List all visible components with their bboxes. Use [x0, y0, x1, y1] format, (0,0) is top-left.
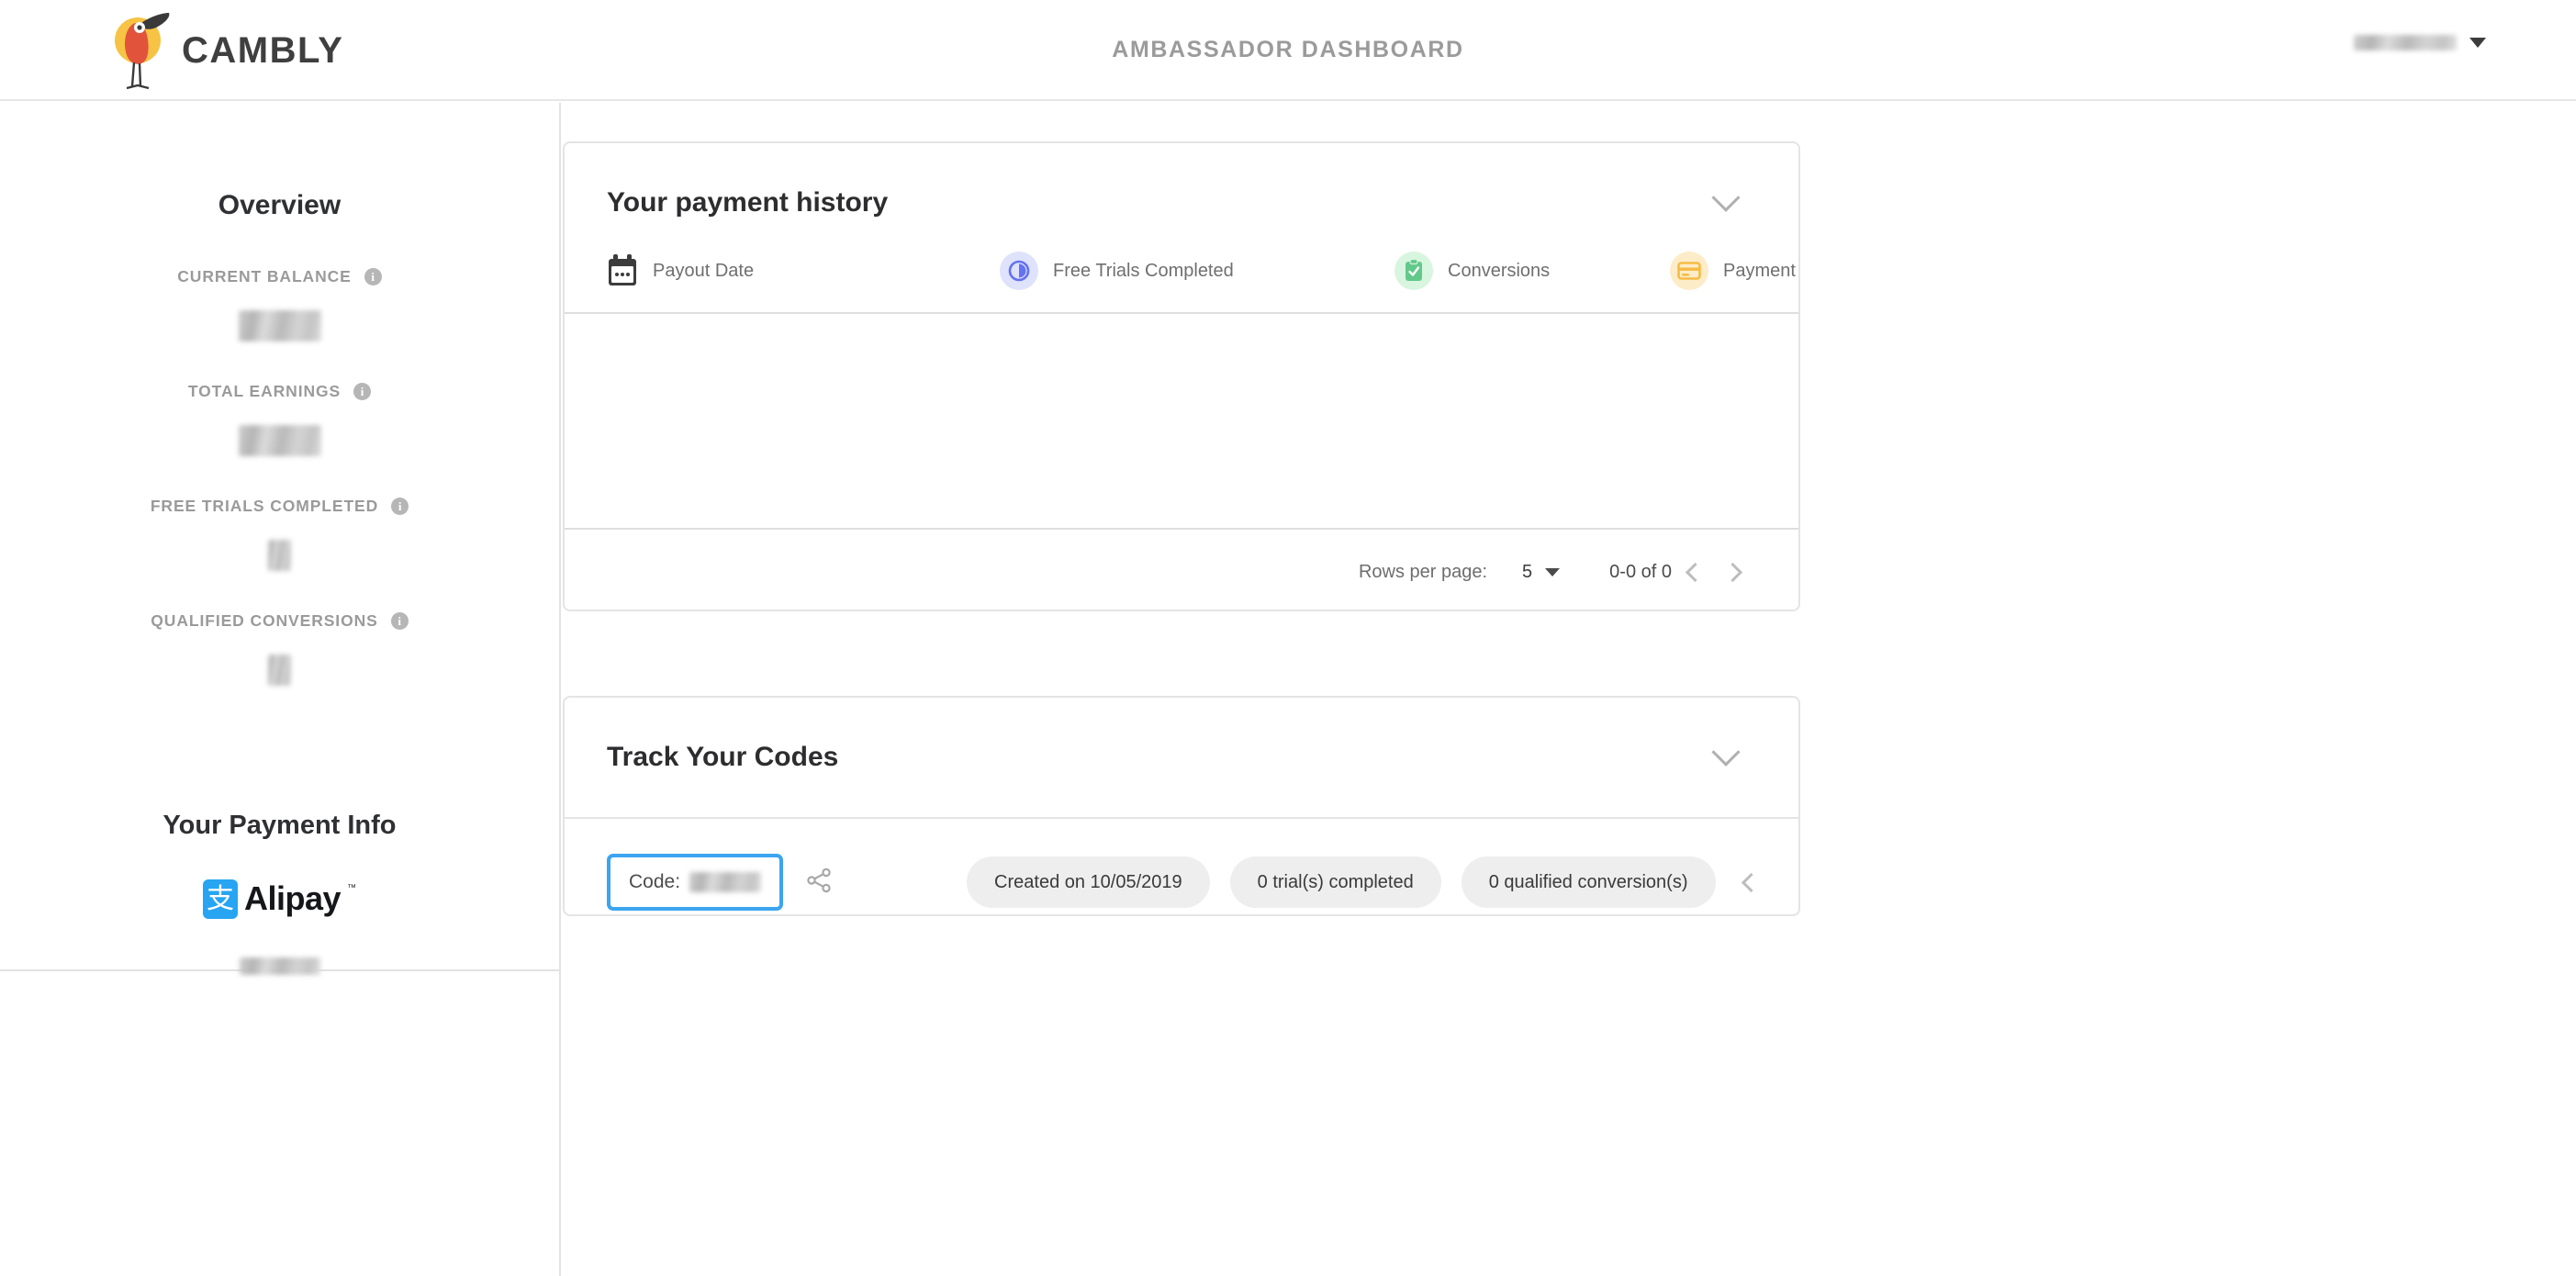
- stat-value-redacted: [268, 540, 291, 571]
- user-menu[interactable]: [2354, 35, 2486, 50]
- pagination-range-label: 0-0 of 0: [1609, 562, 1672, 583]
- main-content: Your payment history Payout Date: [563, 103, 2576, 1276]
- payment-history-card: Your payment history Payout Date: [563, 141, 1800, 611]
- column-label: Conversions: [1448, 261, 1550, 282]
- share-icon[interactable]: [805, 867, 833, 899]
- alipay-trademark: ™: [347, 883, 356, 893]
- alipay-account-redacted: [240, 957, 320, 975]
- sidebar-overview-title: Overview: [0, 103, 559, 221]
- clock-icon: [1000, 252, 1038, 290]
- code-value-redacted: [689, 872, 761, 892]
- chevron-down-icon[interactable]: [1711, 184, 1740, 212]
- pagination-next-button[interactable]: [1714, 551, 1756, 593]
- stat-value-redacted: [239, 425, 321, 456]
- stat-label: QUALIFIED CONVERSIONS: [151, 611, 377, 631]
- payment-info-section: Your Payment Info Alipay ™: [0, 811, 559, 975]
- payment-history-table-body: [565, 314, 1798, 530]
- payment-history-header: Your payment history: [565, 143, 1798, 218]
- chevron-left-icon: [1741, 872, 1760, 891]
- rows-per-page-value: 5: [1522, 562, 1532, 583]
- alipay-wordmark: Alipay: [244, 879, 341, 918]
- chevron-down-icon[interactable]: [1711, 738, 1740, 767]
- stat-free-trials-completed: FREE TRIALS COMPLETED i: [0, 497, 559, 571]
- stat-current-balance: CURRENT BALANCE i: [0, 267, 559, 341]
- alipay-logo: Alipay ™: [0, 879, 559, 919]
- calendar-icon: [607, 254, 638, 287]
- credit-card-icon: [1670, 252, 1708, 290]
- stat-value-redacted: [239, 310, 321, 341]
- column-conversions: Conversions: [1394, 252, 1670, 290]
- rows-per-page-label: Rows per page:: [1359, 562, 1487, 583]
- pagination-prev-button[interactable]: [1672, 551, 1714, 593]
- code-chips: Created on 10/05/2019 0 trial(s) complet…: [967, 856, 1715, 908]
- stat-label: CURRENT BALANCE: [177, 267, 351, 286]
- info-icon[interactable]: i: [353, 383, 371, 400]
- code-label: Code:: [629, 871, 680, 893]
- column-label: Payment: [1723, 261, 1796, 282]
- chevron-left-icon: [1686, 562, 1705, 581]
- payment-history-title: Your payment history: [607, 187, 888, 218]
- stat-label: FREE TRIALS COMPLETED: [151, 497, 378, 516]
- code-input[interactable]: Code:: [607, 854, 783, 911]
- column-payment: Payment: [1670, 252, 1796, 290]
- chip-qualified-conversions[interactable]: 0 qualified conversion(s): [1462, 856, 1716, 908]
- chip-created-on[interactable]: Created on 10/05/2019: [967, 856, 1210, 908]
- column-label: Free Trials Completed: [1053, 261, 1234, 282]
- chip-trials-completed[interactable]: 0 trial(s) completed: [1230, 856, 1441, 908]
- track-codes-card: Track Your Codes Code: Created on 10/05/…: [563, 696, 1800, 916]
- rows-per-page-select[interactable]: 5: [1522, 562, 1560, 583]
- info-icon[interactable]: i: [391, 612, 409, 630]
- payment-info-title: Your Payment Info: [0, 811, 559, 841]
- track-codes-title: Track Your Codes: [607, 742, 838, 773]
- app-header: CAMBLY AMBASSADOR DASHBOARD: [0, 0, 2576, 101]
- payment-history-table-header: Payout Date Free Trials Completed: [565, 218, 1798, 314]
- sidebar: Overview CURRENT BALANCE i TOTAL EARNING…: [0, 103, 561, 1276]
- code-prev-button[interactable]: [1740, 876, 1758, 890]
- triangle-down-icon: [1545, 568, 1560, 576]
- alipay-mark-icon: [203, 879, 238, 919]
- chevron-right-icon: [1723, 562, 1742, 581]
- clipboard-check-icon: [1394, 252, 1433, 290]
- payment-history-pagination: Rows per page: 5 0-0 of 0: [565, 530, 1798, 614]
- column-label: Payout Date: [653, 261, 754, 282]
- stat-label: TOTAL EARNINGS: [188, 382, 341, 401]
- stat-value-redacted: [268, 655, 291, 686]
- column-payout-date: Payout Date: [607, 254, 1000, 287]
- stat-total-earnings: TOTAL EARNINGS i: [0, 382, 559, 456]
- chevron-down-icon[interactable]: [2470, 38, 2486, 48]
- info-icon[interactable]: i: [391, 498, 409, 515]
- track-codes-header: Track Your Codes: [565, 698, 1798, 819]
- user-name-redacted: [2354, 35, 2457, 50]
- page-title: AMBASSADOR DASHBOARD: [0, 37, 2576, 63]
- code-row: Code: Created on 10/05/2019 0 trial(s) c…: [565, 819, 1798, 946]
- column-free-trials-completed: Free Trials Completed: [1000, 252, 1394, 290]
- info-icon[interactable]: i: [364, 268, 382, 285]
- stat-qualified-conversions: QUALIFIED CONVERSIONS i: [0, 611, 559, 686]
